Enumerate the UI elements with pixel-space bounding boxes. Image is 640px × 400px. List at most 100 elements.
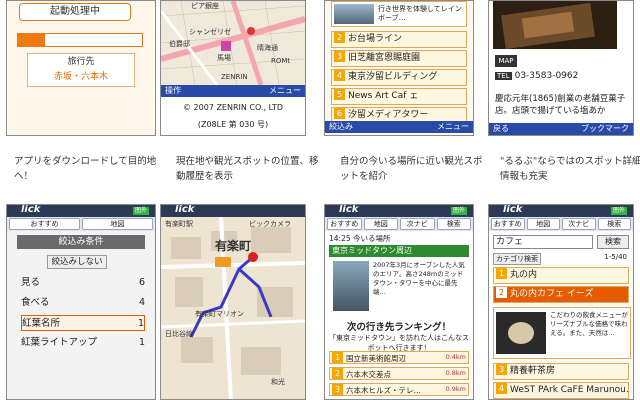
list-item[interactable]: 4 WeST PArk CaFE Marunou… xyxy=(493,382,629,399)
softkey-left[interactable]: 戻る xyxy=(493,123,509,135)
item-label: お台場ライン xyxy=(348,34,403,44)
item-number: 3 xyxy=(334,51,345,62)
softkey-bar: 操作 メニュー xyxy=(161,85,305,97)
softkey-right[interactable]: ブックマーク xyxy=(581,123,629,135)
rank-label: 六本木交差点 xyxy=(346,370,391,379)
filter-item[interactable]: 紅葉ライトアップ 1 xyxy=(21,335,145,351)
copyright-line: © 2007 ZENRIN CO., LTD xyxy=(161,103,305,112)
item-label: 丸の内 xyxy=(510,270,538,280)
app-toolbar: おすすめ 地図 次ナビ 検索 xyxy=(489,217,633,231)
tool-recommend[interactable]: おすすめ xyxy=(9,218,80,230)
route-map-view[interactable]: 有楽町駅 有楽町 ビックカメラ 有楽町マリオン 日比谷線 和光 xyxy=(161,217,305,399)
destination-box: 旅行先 赤坂・六本木 xyxy=(27,53,135,87)
category-search-tag[interactable]: カテゴリ検索 xyxy=(493,253,541,265)
filter-item-label: 見る xyxy=(21,277,41,288)
filter-item-label: 食べる xyxy=(21,297,50,308)
softkey-bar: 絞込み メニュー xyxy=(325,121,473,133)
phone-screen-spot-list: 行き世界を体験してレインボーブ… 2 お台場ライン 3 旧芝離宮恩賜庭園 4 東京汐留… xyxy=(324,0,474,136)
station-label: 有楽町駅 xyxy=(165,220,193,228)
phone-screen-route-map: lick 有楽町駅 有楽町 ビックカメラ 有楽町マリオン 日比谷線 和光 xyxy=(160,204,306,400)
battery-icon: 圏外 xyxy=(611,207,627,215)
tool-search[interactable]: 検索 xyxy=(436,218,471,230)
item-number: 6 xyxy=(334,108,345,119)
map-label: 和光 xyxy=(271,378,285,386)
phone-screen-map: ピア銀座 シャンゼリゼ 伯爵邸 馬場 晴海通 ROMt ZENRIN 操作 メニ… xyxy=(160,0,306,136)
list-item[interactable]: 1 丸の内 xyxy=(493,267,629,284)
app-header: lick 圏外 xyxy=(7,205,155,217)
result-pager: 1-5/40 xyxy=(604,253,627,261)
tool-recommend[interactable]: おすすめ xyxy=(491,218,525,230)
list-item[interactable]: 3 精養軒茶房 xyxy=(493,363,629,380)
battery-icon: 圏外 xyxy=(451,207,467,215)
list-item-selected[interactable]: 2 丸の内カフェ イーズ xyxy=(493,286,629,303)
place-tag[interactable]: 東京ミッドタウン周辺 xyxy=(329,245,469,257)
list-item[interactable]: 3 旧芝離宮恩賜庭園 xyxy=(331,50,467,67)
result-list-more: 3 精養軒茶房 4 WeST PArk CaFE Marunou… xyxy=(493,363,629,399)
softkey-right[interactable]: メニュー xyxy=(437,121,469,133)
rank-label: 国立新美術館周辺 xyxy=(346,354,406,363)
search-button[interactable]: 検索 xyxy=(597,235,629,249)
map-view[interactable]: ピア銀座 シャンゼリゼ 伯爵邸 馬場 晴海通 ROMt ZENRIN xyxy=(161,1,305,85)
app-toolbar: おすすめ 地図 xyxy=(7,217,155,231)
spot-list: 2 お台場ライン 3 旧芝離宮恩賜庭園 4 東京汐留ビルディング 5 News Art … xyxy=(331,31,467,126)
tool-next-navi[interactable]: 次ナビ xyxy=(562,218,596,230)
list-item[interactable]: 4 東京汐留ビルディング xyxy=(331,69,467,86)
tool-next-navi[interactable]: 次ナビ xyxy=(400,218,435,230)
tool-search[interactable]: 検索 xyxy=(597,218,631,230)
filter-reset-button[interactable]: 絞込みしない xyxy=(47,255,107,269)
filter-item[interactable]: 食べる 4 xyxy=(21,295,145,311)
item-label: 丸の内カフェ イーズ xyxy=(510,289,594,299)
item-label: 精養軒茶房 xyxy=(510,366,556,376)
place-description: 2007年3月にオープンした人気のエリア。高さ248mのミッドタウン・タワーを中… xyxy=(373,261,465,296)
filter-item[interactable]: 見る 6 xyxy=(21,275,145,291)
current-time-label: 14:25 今いる場所 xyxy=(329,234,391,243)
item-number: 5 xyxy=(334,89,345,100)
tool-map[interactable]: 地図 xyxy=(526,218,560,230)
softkey-right[interactable]: メニュー xyxy=(269,85,301,97)
result-list: 1 丸の内 2 丸の内カフェ イーズ xyxy=(493,267,629,305)
map-badge-icon[interactable]: MAP xyxy=(495,55,517,67)
item-label: 旧芝離宮恩賜庭園 xyxy=(348,53,421,63)
app-header: lick 圏外 xyxy=(489,205,633,217)
list-item[interactable]: 2 お台場ライン xyxy=(331,31,467,48)
search-input[interactable]: カフェ xyxy=(493,235,593,249)
launch-status-button[interactable]: 起動処理中 xyxy=(19,3,131,21)
item-number: 2 xyxy=(334,32,345,43)
rank-item[interactable]: 3 六本木ヒルズ・テレ… 0.9km xyxy=(329,383,469,396)
item-label: 東京汐留ビルディング xyxy=(348,72,438,82)
app-toolbar: おすすめ 地図 次ナビ 検索 xyxy=(325,217,473,231)
softkey-left[interactable]: 絞込み xyxy=(329,121,353,133)
phone-screen-search: lick 圏外 おすすめ 地図 次ナビ 検索 カフェ 検索 カテゴリ検索 1-5… xyxy=(488,204,634,400)
place-photo xyxy=(333,261,369,311)
filter-item-count: 1 xyxy=(137,318,144,329)
selected-detail: こだわりの飲食メニューがリーズナブルな価格で味わえる。また、天然は… xyxy=(493,307,631,359)
caption: 自分の今いる場所に近い観光スポットを紹介 xyxy=(340,156,483,182)
item-number: 1 xyxy=(496,268,507,279)
copyright-line: (Z08LE 第 030 号) xyxy=(161,119,305,130)
phone-screen-ranking: lick 圏外 おすすめ 地図 次ナビ 検索 14:25 今いる場所 東京ミッド… xyxy=(324,204,474,400)
selected-description: こだわりの飲食メニューがリーズナブルな価格で味わえる。また、天然は… xyxy=(550,311,628,337)
ranking-heading: 次の行き先ランキング！ xyxy=(346,322,452,333)
item-label: 汐留メディアタワー xyxy=(348,110,429,120)
selected-photo xyxy=(496,312,546,354)
filter-item-selected[interactable]: 紅葉名所 1 xyxy=(21,315,145,331)
map-label: 伯爵邸 xyxy=(169,40,190,48)
list-item[interactable]: 5 News Art Caf ェ xyxy=(331,88,467,105)
item-label: News Art Caf ェ xyxy=(348,91,419,101)
filter-item-label: 紅葉ライトアップ xyxy=(21,337,98,348)
item-number: 3 xyxy=(496,364,507,375)
map-label: ZENRIN xyxy=(221,73,248,81)
rank-item[interactable]: 1 国立新美術館周辺 0.4km xyxy=(329,351,469,364)
spot-banner[interactable]: 行き世界を体験してレインボーブ… xyxy=(331,1,467,27)
softkey-bar: 戻る ブックマーク xyxy=(489,123,633,135)
tool-map[interactable]: 地図 xyxy=(82,218,153,230)
rank-distance: 0.8km xyxy=(445,369,466,377)
rank-item[interactable]: 2 六本木交差点 0.8km xyxy=(329,367,469,380)
tool-recommend[interactable]: おすすめ xyxy=(327,218,362,230)
tool-map[interactable]: 地図 xyxy=(363,218,398,230)
filter-item-count: 4 xyxy=(138,297,145,308)
tel-row[interactable]: TEL 03-3583-0962 xyxy=(495,71,578,81)
phone-screen-filter: lick 圏外 おすすめ 地図 絞込み条件 絞込みしない 見る 6 食べる 4 紅葉… xyxy=(6,204,156,400)
softkey-left[interactable]: 操作 xyxy=(165,85,181,97)
app-logo: lick xyxy=(175,204,195,215)
